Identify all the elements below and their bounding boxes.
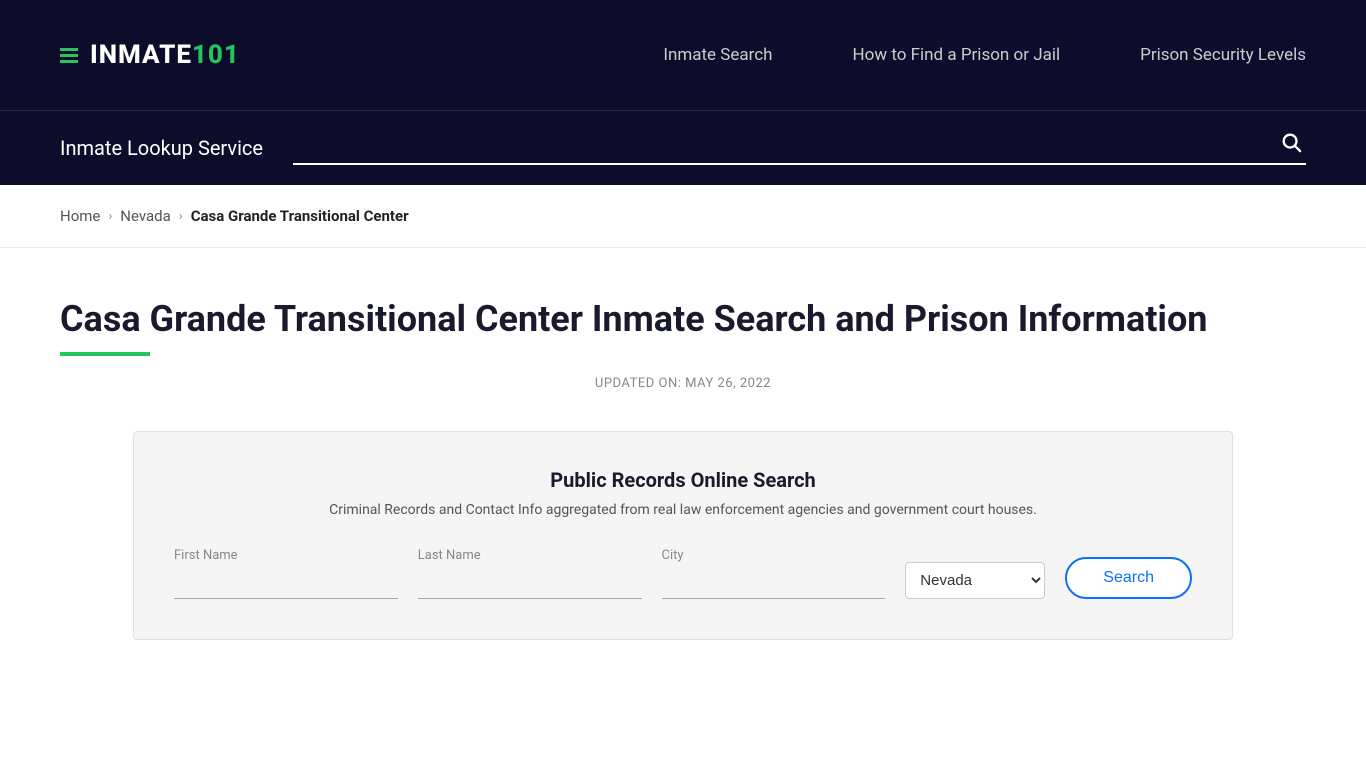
- public-records-desc: Criminal Records and Contact Info aggreg…: [174, 502, 1192, 518]
- state-select[interactable]: Nevada Alabama Alaska Arizona California: [905, 562, 1045, 599]
- breadcrumb-bar: Home › Nevada › Casa Grande Transitional…: [0, 185, 1366, 248]
- search-input-wrapper: [293, 131, 1306, 165]
- search-button[interactable]: Search: [1065, 557, 1192, 599]
- title-underline: [60, 352, 150, 356]
- first-name-input[interactable]: [174, 569, 398, 599]
- city-input[interactable]: [662, 569, 886, 599]
- breadcrumb: Home › Nevada › Casa Grande Transitional…: [60, 207, 1306, 225]
- logo-text: INMATE101: [90, 40, 240, 70]
- city-label: City: [662, 548, 886, 563]
- logo-icon: [60, 48, 78, 63]
- search-input[interactable]: [293, 136, 1276, 154]
- search-bar-label: Inmate Lookup Service: [60, 136, 263, 160]
- city-field: City: [662, 548, 886, 599]
- first-name-field: First Name: [174, 548, 398, 599]
- search-icon-button[interactable]: [1276, 131, 1306, 159]
- top-navigation: INMATE101 Inmate Search How to Find a Pr…: [0, 0, 1366, 110]
- last-name-field: Last Name: [418, 548, 642, 599]
- state-field: Nevada Alabama Alaska Arizona California: [905, 556, 1045, 599]
- public-records-title: Public Records Online Search: [174, 468, 1192, 492]
- last-name-input[interactable]: [418, 569, 642, 599]
- updated-date: UPDATED ON: MAY 26, 2022: [60, 376, 1306, 391]
- breadcrumb-state[interactable]: Nevada: [120, 207, 171, 225]
- search-icon: [1280, 131, 1302, 153]
- breadcrumb-current: Casa Grande Transitional Center: [191, 207, 409, 225]
- last-name-label: Last Name: [418, 548, 642, 563]
- public-records-card: Public Records Online Search Criminal Re…: [133, 431, 1233, 640]
- public-records-form: First Name Last Name City Nevada Alabama…: [174, 548, 1192, 599]
- first-name-label: First Name: [174, 548, 398, 563]
- nav-find-prison[interactable]: How to Find a Prison or Jail: [853, 45, 1061, 65]
- main-content: Casa Grande Transitional Center Inmate S…: [0, 248, 1366, 690]
- page-title: Casa Grande Transitional Center Inmate S…: [60, 298, 1306, 340]
- chevron-icon-2: ›: [179, 209, 183, 224]
- breadcrumb-home[interactable]: Home: [60, 207, 100, 225]
- nav-inmate-search[interactable]: Inmate Search: [663, 45, 772, 65]
- logo[interactable]: INMATE101: [60, 40, 240, 70]
- search-bar: Inmate Lookup Service: [0, 110, 1366, 185]
- nav-links: Inmate Search How to Find a Prison or Ja…: [663, 45, 1306, 65]
- nav-security-levels[interactable]: Prison Security Levels: [1140, 45, 1306, 65]
- chevron-icon: ›: [108, 209, 112, 224]
